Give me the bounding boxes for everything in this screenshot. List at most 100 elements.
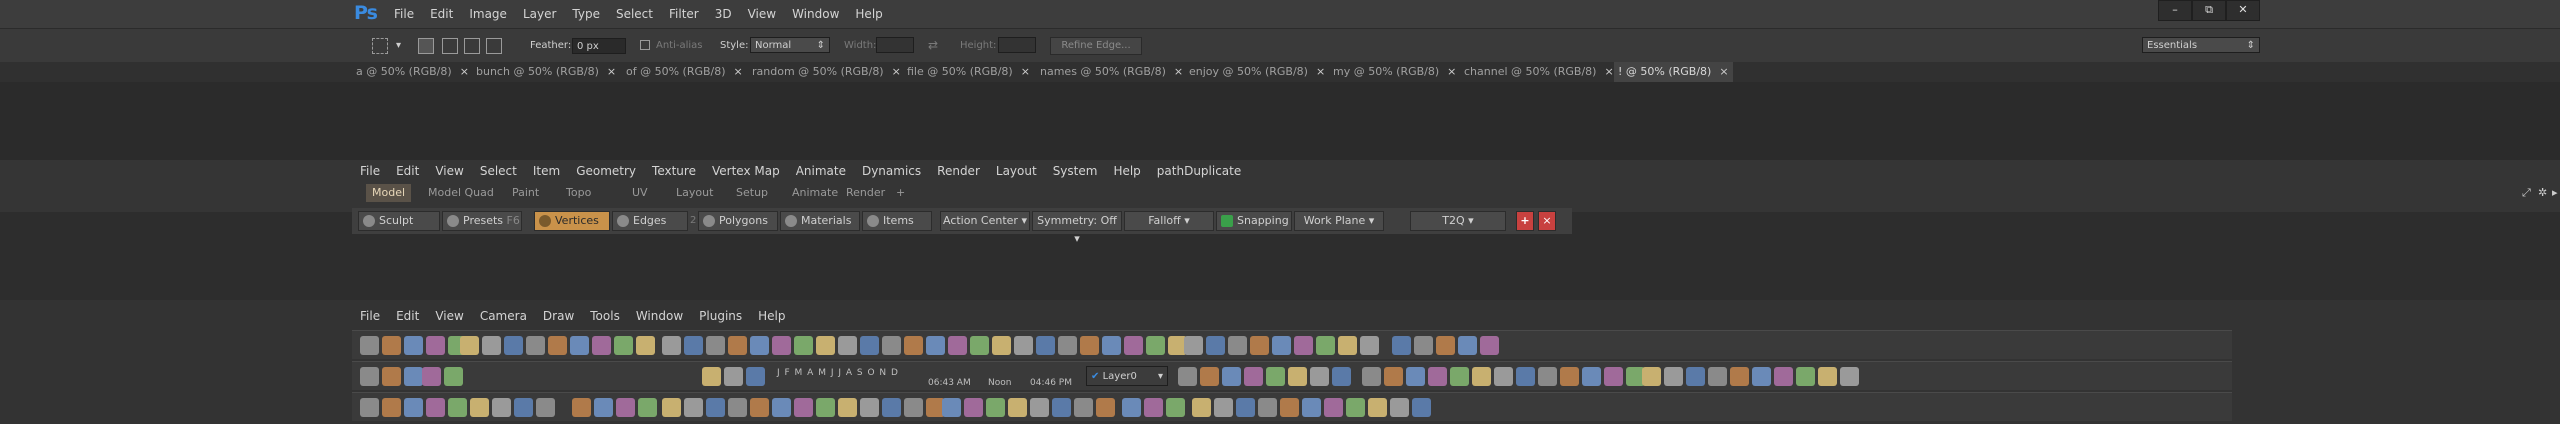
workspace-select[interactable]: Essentials ⇕ xyxy=(2142,37,2260,53)
shelf-tool-icon[interactable] xyxy=(1124,336,1143,355)
materials-button[interactable]: Materials xyxy=(780,211,860,231)
intersect-selection-icon[interactable] xyxy=(486,38,502,54)
shelf-tool-icon[interactable] xyxy=(1310,367,1329,386)
height-input[interactable] xyxy=(998,37,1036,53)
shelf-tool-icon[interactable] xyxy=(426,336,445,355)
swap-icon[interactable]: ⇄ xyxy=(928,38,938,52)
shelf-tool-icon[interactable] xyxy=(728,336,747,355)
shelf-tool-icon[interactable] xyxy=(1096,398,1115,417)
shelf-tool-icon[interactable] xyxy=(1708,367,1727,386)
shelf-tool-icon[interactable] xyxy=(1664,367,1683,386)
shelf-tool-icon[interactable] xyxy=(1494,367,1513,386)
close-icon[interactable]: × xyxy=(1021,65,1030,78)
doc-tab[interactable]: a @ 50% (RGB/8) × xyxy=(356,62,473,82)
shelf-tool-icon[interactable] xyxy=(422,367,441,386)
shelf-tool-icon[interactable] xyxy=(838,336,857,355)
shelf-tool-icon[interactable] xyxy=(382,336,401,355)
ps-menu-select[interactable]: Select xyxy=(608,7,661,21)
close-icon[interactable]: × xyxy=(892,65,901,78)
shelf-tool-icon[interactable] xyxy=(1250,336,1269,355)
shelf-tool-icon[interactable] xyxy=(616,398,635,417)
shelf-tool-icon[interactable] xyxy=(816,336,835,355)
shelf-tool-icon[interactable] xyxy=(970,336,989,355)
shelf-tool-icon[interactable] xyxy=(1192,398,1211,417)
tab-uv[interactable]: UV xyxy=(632,184,648,202)
shelf-tool-icon[interactable] xyxy=(1280,398,1299,417)
shelf-tool-icon[interactable] xyxy=(404,367,423,386)
feather-input[interactable]: 0 px xyxy=(572,38,626,54)
add-selection-icon[interactable] xyxy=(442,38,458,54)
shelf-tool-icon[interactable] xyxy=(504,336,523,355)
subtract-selection-icon[interactable] xyxy=(464,38,480,54)
shelf-tool-icon[interactable] xyxy=(882,398,901,417)
modo-menu-layout[interactable]: Layout xyxy=(988,164,1045,178)
shelf-tool-icon[interactable] xyxy=(1752,367,1771,386)
shelf-tool-icon[interactable] xyxy=(1302,398,1321,417)
shelf-tool-icon[interactable] xyxy=(1294,336,1313,355)
shelf-tool-icon[interactable] xyxy=(942,398,961,417)
minimize-button[interactable]: – xyxy=(2158,0,2192,21)
shelf-tool-icon[interactable] xyxy=(638,398,657,417)
polygons-button[interactable]: Polygons xyxy=(698,211,778,231)
shelf-tool-icon[interactable] xyxy=(1200,367,1219,386)
maya-menu-window[interactable]: Window xyxy=(628,309,691,323)
shelf-tool-icon[interactable] xyxy=(728,398,747,417)
tab-add[interactable]: + xyxy=(896,184,905,202)
doc-tab[interactable]: enjoy @ 50% (RGB/8) × xyxy=(1189,62,1329,82)
shelf-tool-icon[interactable] xyxy=(1332,367,1351,386)
maya-menu-file[interactable]: File xyxy=(352,309,388,323)
shelf-tool-icon[interactable] xyxy=(1222,367,1241,386)
tab-layout[interactable]: Layout xyxy=(676,184,713,202)
shelf-tool-icon[interactable] xyxy=(1014,336,1033,355)
maya-menu-tools[interactable]: Tools xyxy=(582,309,628,323)
shelf-tool-icon[interactable] xyxy=(1316,336,1335,355)
shelf-tool-icon[interactable] xyxy=(1228,336,1247,355)
shelf-tool-icon[interactable] xyxy=(1102,336,1121,355)
falloff-dropdown[interactable]: Falloff ▾ xyxy=(1124,211,1214,231)
shelf-tool-icon[interactable] xyxy=(444,367,463,386)
maya-menu-edit[interactable]: Edit xyxy=(388,309,427,323)
doc-tab-active[interactable]: ! @ 50% (RGB/8) × xyxy=(1614,62,1733,82)
modo-menu-select[interactable]: Select xyxy=(472,164,525,178)
shelf-tool-icon[interactable] xyxy=(404,398,423,417)
shelf-tool-icon[interactable] xyxy=(1390,398,1409,417)
ps-menu-filter[interactable]: Filter xyxy=(661,7,707,21)
shelf-tool-icon[interactable] xyxy=(1796,367,1815,386)
add-icon[interactable]: + xyxy=(1516,211,1534,231)
shelf-tool-icon[interactable] xyxy=(1472,367,1491,386)
items-button[interactable]: Items xyxy=(862,211,932,231)
shelf-tool-icon[interactable] xyxy=(702,367,721,386)
shelf-tool-icon[interactable] xyxy=(772,398,791,417)
tab-paint[interactable]: Paint xyxy=(512,184,539,202)
close-icon[interactable]: × xyxy=(1719,65,1728,78)
shelf-tool-icon[interactable] xyxy=(1414,336,1433,355)
shelf-tool-icon[interactable] xyxy=(382,398,401,417)
close-icon[interactable]: × xyxy=(1604,65,1613,78)
ps-menu-edit[interactable]: Edit xyxy=(422,7,461,21)
shelf-tool-icon[interactable] xyxy=(1244,367,1263,386)
shelf-tool-icon[interactable] xyxy=(750,336,769,355)
width-input[interactable] xyxy=(876,37,914,53)
shelf-tool-icon[interactable] xyxy=(662,398,681,417)
shelf-tool-icon[interactable] xyxy=(926,336,945,355)
ps-menu-type[interactable]: Type xyxy=(564,7,608,21)
modo-menu-dynamics[interactable]: Dynamics xyxy=(854,164,929,178)
ps-menu-window[interactable]: Window xyxy=(784,7,847,21)
shelf-tool-icon[interactable] xyxy=(1730,367,1749,386)
modo-menu-help[interactable]: Help xyxy=(1105,164,1148,178)
tool-preset-chevron-icon[interactable]: ▾ xyxy=(396,40,401,51)
shelf-tool-icon[interactable] xyxy=(772,336,791,355)
layer-select[interactable]: ✔ Layer0 ▾ xyxy=(1086,366,1168,386)
maya-menu-view[interactable]: View xyxy=(427,309,471,323)
shelf-tool-icon[interactable] xyxy=(1236,398,1255,417)
shelf-tool-icon[interactable] xyxy=(860,398,879,417)
shelf-tool-icon[interactable] xyxy=(460,336,479,355)
shelf-tool-icon[interactable] xyxy=(1436,336,1455,355)
shelf-tool-icon[interactable] xyxy=(662,336,681,355)
shelf-tool-icon[interactable] xyxy=(1058,336,1077,355)
shelf-tool-icon[interactable] xyxy=(548,336,567,355)
shelf-tool-icon[interactable] xyxy=(1604,367,1623,386)
close-icon[interactable]: × xyxy=(607,65,616,78)
shelf-tool-icon[interactable] xyxy=(1642,367,1661,386)
shelf-tool-icon[interactable] xyxy=(1008,398,1027,417)
